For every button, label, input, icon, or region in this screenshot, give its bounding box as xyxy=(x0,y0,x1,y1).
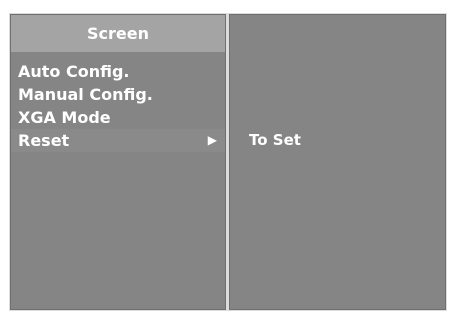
menu-item-reset-label: Reset xyxy=(18,131,70,150)
menu-item-xga-mode[interactable]: XGA Mode xyxy=(11,106,225,129)
menu-list: Auto Config. Manual Config. XGA Mode Res… xyxy=(11,60,225,152)
menu-item-auto-config[interactable]: Auto Config. xyxy=(11,60,225,83)
menu-item-manual-config[interactable]: Manual Config. xyxy=(11,83,225,106)
osd-menu-window: Screen Auto Config. Manual Config. XGA M… xyxy=(9,13,447,311)
menu-item-reset[interactable]: Reset ▶ xyxy=(11,129,225,152)
menu-title: Screen xyxy=(11,15,225,52)
submenu-panel: To Set xyxy=(229,14,446,310)
to-set-action[interactable]: To Set xyxy=(249,130,301,150)
right-triangle-arrow-icon: ▶ xyxy=(207,133,217,147)
main-menu-panel: Screen Auto Config. Manual Config. XGA M… xyxy=(10,14,226,310)
